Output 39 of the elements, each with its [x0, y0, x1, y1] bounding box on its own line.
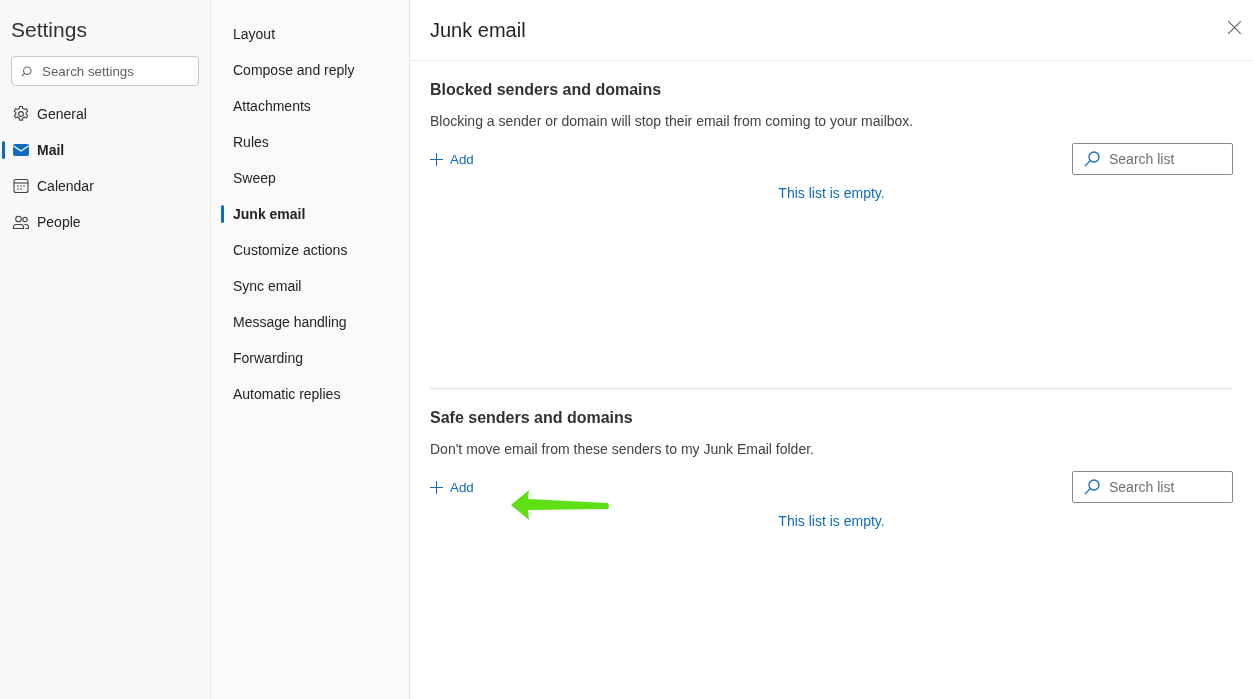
- section-title: Safe senders and domains: [430, 409, 634, 427]
- nav-item[interactable]: General: [0, 96, 210, 132]
- add-button[interactable]: Add: [430, 151, 474, 167]
- section-title: Blocked senders and domains: [430, 81, 663, 99]
- empty-list-text: This list is empty.: [778, 513, 885, 529]
- people-icon: [12, 213, 30, 231]
- nav-item[interactable]: Mail: [0, 132, 210, 168]
- subnav-item[interactable]: Sync email: [211, 268, 409, 304]
- section-description: Don't move email from these senders to my Junk Email folder.: [430, 441, 815, 457]
- nav-item[interactable]: People: [0, 204, 210, 240]
- search-list-field[interactable]: Search list: [1072, 143, 1233, 175]
- plus-icon: [430, 152, 443, 166]
- subnav-item[interactable]: Rules: [211, 124, 409, 160]
- search-field[interactable]: Search settings: [11, 56, 199, 86]
- search-icon: [1083, 478, 1101, 496]
- search-icon: [1083, 150, 1101, 168]
- search-input[interactable]: Search settings: [40, 62, 174, 80]
- calendar-icon: [12, 177, 30, 195]
- plus-icon: [430, 480, 443, 494]
- subnav-item[interactable]: Sweep: [211, 160, 409, 196]
- subnav-item[interactable]: Layout: [211, 16, 409, 52]
- subnav-item[interactable]: Automatic replies: [211, 376, 409, 412]
- subnav-item[interactable]: Message handling: [211, 304, 409, 340]
- add-button[interactable]: Add: [430, 479, 474, 495]
- settings-title: Settings: [10, 17, 88, 43]
- close-icon: [1228, 20, 1241, 34]
- section-description: Blocking a sender or domain will stop their email from coming to your mailbox.: [430, 113, 915, 129]
- envelope-icon: [12, 141, 30, 159]
- empty-list-text: This list is empty.: [778, 185, 885, 201]
- subnav-item[interactable]: Junk email: [211, 196, 409, 232]
- search-icon: [21, 65, 32, 77]
- nav-item[interactable]: Calendar: [0, 168, 210, 204]
- gear-icon: [12, 105, 30, 123]
- panel-title: Junk email: [430, 18, 526, 42]
- subnav-item[interactable]: Compose and reply: [211, 52, 409, 88]
- subnav-item[interactable]: Forwarding: [211, 340, 409, 376]
- search-list-field[interactable]: Search list: [1072, 471, 1233, 503]
- subnav-item[interactable]: Attachments: [211, 88, 409, 124]
- subnav-item[interactable]: Customize actions: [211, 232, 409, 268]
